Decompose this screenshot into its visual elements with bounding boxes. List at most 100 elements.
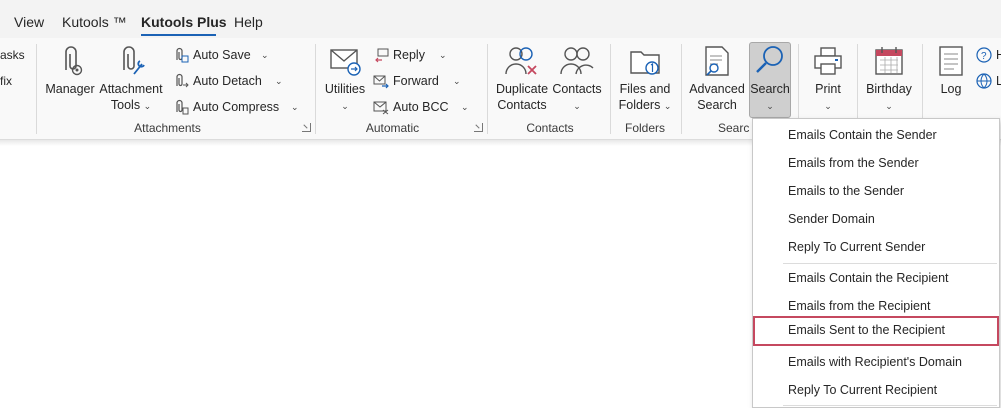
- files-and-folders-label-1: Files and: [619, 82, 671, 96]
- menu-item-emails-with-recipient-domain[interactable]: Emails with Recipient's Domain: [753, 348, 999, 376]
- mail-forward-icon: [328, 44, 362, 81]
- utilities-label: Utilities: [324, 82, 366, 96]
- chevron-down-icon[interactable]: ⌄: [439, 50, 447, 61]
- files-and-folders-label-2: Folders: [618, 98, 661, 112]
- auto-compress-label: Auto Compress: [193, 100, 280, 114]
- duplicate-contacts-button[interactable]: Duplicate Contacts: [493, 44, 551, 116]
- folder-number-icon: [628, 44, 662, 81]
- print-label: Print: [815, 82, 841, 96]
- group-separator: [487, 44, 488, 134]
- auto-bcc-button[interactable]: Auto BCC ⌄: [373, 96, 469, 118]
- magnifier-icon: [753, 44, 787, 81]
- menu-item-emails-contain-recipient[interactable]: Emails Contain the Recipient: [753, 264, 999, 292]
- reply-button[interactable]: Reply ⌄: [373, 44, 447, 66]
- auto-bcc-label: Auto BCC: [393, 100, 449, 114]
- partial-right-item-2[interactable]: L: [976, 70, 1001, 92]
- partial-right-label-2: L: [996, 74, 1001, 88]
- group-label-search: Searc: [718, 121, 750, 135]
- auto-save-label: Auto Save: [193, 48, 251, 62]
- chevron-down-icon[interactable]: ⌄: [461, 102, 469, 113]
- group-separator: [36, 44, 37, 134]
- menu-item-emails-contain-sender[interactable]: Emails Contain the Sender: [753, 121, 999, 149]
- dialog-launcher-icon[interactable]: [474, 123, 483, 132]
- attachment-tools-button[interactable]: Attachment Tools ⌄: [98, 44, 164, 116]
- chevron-down-icon: ⌄: [885, 101, 893, 111]
- globe-icon: [976, 73, 992, 89]
- log-button[interactable]: Log: [930, 44, 972, 116]
- paperclip-save-icon: [173, 47, 189, 63]
- advanced-search-label-1: Advanced: [689, 82, 745, 96]
- forward-icon: [373, 73, 389, 89]
- birthday-button[interactable]: Birthday ⌄: [862, 44, 916, 116]
- paperclip-gear-icon: [54, 44, 86, 81]
- tab-kutools-plus[interactable]: Kutools Plus: [141, 14, 227, 30]
- group-label-folders: Folders: [624, 121, 665, 135]
- menu-item-reply-to-current-sender[interactable]: Reply To Current Sender: [753, 233, 999, 261]
- paperclip-wrench-icon: [114, 44, 148, 81]
- tab-help[interactable]: Help: [234, 14, 263, 30]
- advanced-search-button[interactable]: Advanced Search: [688, 44, 746, 116]
- auto-bcc-icon: [373, 99, 389, 115]
- print-button[interactable]: Print ⌄: [805, 44, 851, 116]
- menu-item-sender-domain[interactable]: Sender Domain: [753, 205, 999, 233]
- search-label: Search: [750, 82, 790, 96]
- manager-button[interactable]: Manager: [44, 44, 96, 116]
- chevron-down-icon[interactable]: ⌄: [261, 50, 269, 61]
- chevron-down-icon: ⌄: [143, 101, 152, 111]
- active-tab-indicator: [141, 34, 216, 36]
- auto-save-button[interactable]: Auto Save ⌄: [173, 44, 269, 66]
- dialog-launcher-icon[interactable]: [302, 123, 311, 132]
- ribbon-tab-bar: View Kutools ™ Kutools Plus Help: [0, 0, 1001, 38]
- duplicate-contacts-label-1: Duplicate: [495, 82, 549, 96]
- contacts-button[interactable]: Contacts ⌄: [552, 44, 602, 116]
- tab-kutools[interactable]: Kutools ™: [62, 14, 127, 30]
- search-dropdown-menu: Emails Contain the Sender Emails from th…: [752, 118, 1000, 408]
- chevron-down-icon[interactable]: ⌄: [275, 76, 283, 87]
- paperclip-detach-icon: [173, 73, 189, 89]
- attachment-tools-label-1: Attachment: [99, 82, 163, 96]
- partial-right-label-1: H: [996, 48, 1001, 62]
- people-icon: [560, 44, 594, 81]
- utilities-button[interactable]: Utilities ⌄: [322, 44, 368, 116]
- group-label-attachments: Attachments: [134, 121, 201, 135]
- contacts-label: Contacts: [552, 82, 602, 96]
- calendar-icon: [872, 44, 906, 81]
- partial-right-item-1[interactable]: ? H: [976, 44, 1001, 66]
- menu-separator: [783, 405, 997, 406]
- partial-left-item-2[interactable]: fix: [0, 74, 12, 88]
- forward-button[interactable]: Forward ⌄: [373, 70, 461, 92]
- menu-item-emails-sent-to-recipient[interactable]: Emails Sent to the Recipient: [753, 316, 999, 346]
- manager-label: Manager: [45, 82, 95, 96]
- partial-left-item-1[interactable]: asks: [0, 48, 25, 62]
- forward-label: Forward: [393, 74, 439, 88]
- help-icon: ?: [976, 47, 992, 63]
- group-separator: [315, 44, 316, 134]
- printer-icon: [811, 44, 845, 81]
- duplicate-contacts-label-2: Contacts: [497, 98, 547, 112]
- paperclip-compress-icon: [173, 99, 189, 115]
- reply-icon: [373, 47, 389, 63]
- chevron-down-icon: ⌄: [766, 101, 774, 111]
- menu-item-emails-to-sender[interactable]: Emails to the Sender: [753, 177, 999, 205]
- chevron-down-icon[interactable]: ⌄: [291, 102, 299, 113]
- group-separator: [681, 44, 682, 134]
- chevron-down-icon: ⌄: [824, 101, 832, 111]
- group-label-contacts: Contacts: [526, 121, 574, 135]
- auto-compress-button[interactable]: Auto Compress ⌄: [173, 96, 299, 118]
- menu-item-emails-from-sender[interactable]: Emails from the Sender: [753, 149, 999, 177]
- files-and-folders-button[interactable]: Files and Folders ⌄: [616, 44, 674, 116]
- group-label-automatic: Automatic: [365, 121, 420, 135]
- chevron-down-icon[interactable]: ⌄: [453, 76, 461, 87]
- log-icon: [934, 44, 968, 81]
- svg-text:?: ?: [981, 51, 987, 62]
- auto-detach-button[interactable]: Auto Detach ⌄: [173, 70, 283, 92]
- search-button[interactable]: Search ⌄: [749, 44, 791, 116]
- attachment-tools-label-2: Tools: [110, 98, 141, 112]
- auto-detach-label: Auto Detach: [193, 74, 262, 88]
- birthday-label: Birthday: [866, 82, 912, 96]
- document-search-icon: [700, 44, 734, 81]
- tab-view[interactable]: View: [14, 14, 44, 30]
- menu-item-reply-to-current-recipient[interactable]: Reply To Current Recipient: [753, 376, 999, 404]
- chevron-down-icon: ⌄: [573, 101, 581, 111]
- chevron-down-icon: ⌄: [341, 101, 349, 111]
